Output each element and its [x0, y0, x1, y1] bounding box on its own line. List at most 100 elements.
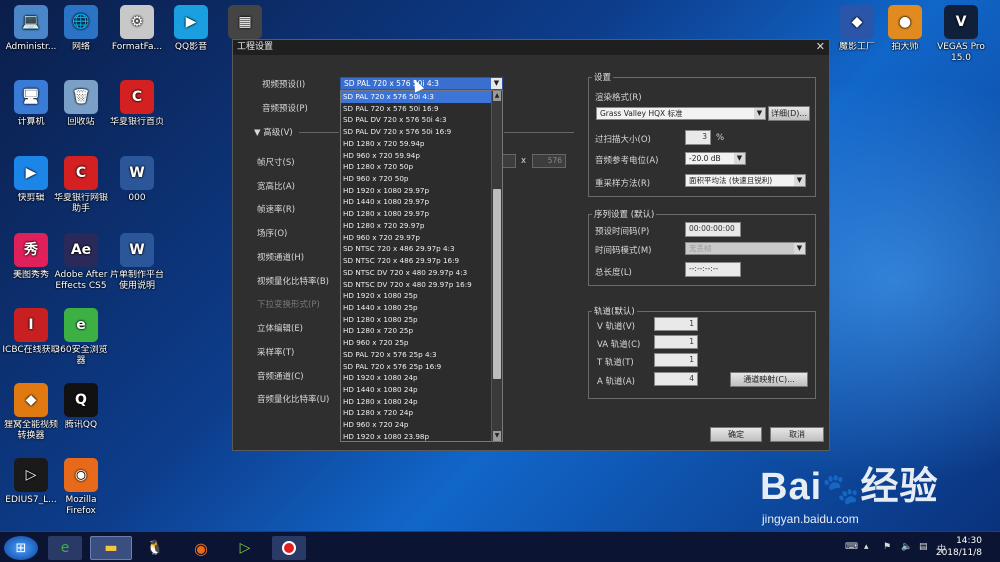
desktop-icon[interactable]: e 360安全浏览器	[50, 308, 112, 367]
resample-select[interactable]: 面积平均法 (快速且锐利) ▼	[685, 174, 806, 187]
preset-option[interactable]: HD 1280 x 720 29.97p	[341, 220, 502, 232]
scroll-down-icon[interactable]: ▼	[493, 431, 501, 441]
preset-option[interactable]: SD PAL 720 x 576 25p 16:9	[341, 361, 502, 373]
preset-option[interactable]: SD PAL DV 720 x 576 50i 16:9	[341, 126, 502, 138]
preset-option[interactable]: HD 1280 x 720 25p	[341, 325, 502, 337]
tray-expand-icon[interactable]: ▴	[864, 542, 869, 552]
desktop-icon-label: 360安全浏览器	[54, 345, 108, 366]
preset-option[interactable]: HD 1920 x 1080 29.97p	[341, 185, 502, 197]
desktop-icon[interactable]: C 华夏银行首页	[106, 80, 168, 128]
keyboard-icon[interactable]: ⌨	[845, 542, 858, 552]
chevron-down-icon[interactable]: ▼	[794, 175, 805, 186]
volume-icon[interactable]: 🔈	[901, 542, 912, 552]
scroll-up-icon[interactable]: ▲	[493, 91, 501, 101]
network-icon[interactable]: ▤	[919, 542, 928, 552]
advanced-toggle[interactable]: ▼ 高级(V)	[254, 126, 293, 138]
timecode-mode-select[interactable]: 无丢帧 ▼	[685, 242, 806, 255]
preset-option[interactable]: HD 960 x 720 29.97p	[341, 232, 502, 244]
app-icon: ▷	[14, 458, 48, 492]
preset-option[interactable]: HD 1920 x 1080 25p	[341, 290, 502, 302]
desktop-icon[interactable]: W 000	[106, 156, 168, 204]
desktop-icon[interactable]: 🗑 回收站	[50, 80, 112, 128]
preset-option[interactable]: SD PAL DV 720 x 576 50i 4:3	[341, 114, 502, 126]
preset-option[interactable]: SD NTSC DV 720 x 480 29.97p 4:3	[341, 267, 502, 279]
render-format-select[interactable]: Grass Valley HQX 标准 ▼	[596, 107, 766, 120]
preset-option[interactable]: HD 1440 x 1080 24p	[341, 384, 502, 396]
timecode-preset-field[interactable]: 00:00:00:00	[685, 222, 741, 237]
taskbar-edius[interactable]: ▷	[228, 536, 262, 560]
taskbar-file-explorer[interactable]: ▬	[90, 536, 132, 560]
desktop-icon[interactable]: V VEGAS Pro 15.0	[930, 5, 992, 64]
chevron-down-icon[interactable]: ▼	[754, 108, 765, 119]
taskbar-360-browser[interactable]: e	[48, 536, 82, 560]
taskbar-firefox[interactable]: ◉	[184, 536, 218, 560]
flag-icon[interactable]: ⚑	[883, 542, 891, 552]
preset-option[interactable]: HD 960 x 720 50p	[341, 173, 502, 185]
desktop-icon[interactable]: Ae Adobe After Effects CS5	[50, 233, 112, 292]
desktop-icon[interactable]: Q 腾讯QQ	[50, 383, 112, 431]
chevron-down-icon[interactable]: ▼	[491, 78, 502, 89]
v-track-field[interactable]: 1	[654, 317, 698, 331]
desktop-icon[interactable]: ⚙ FormatFa...	[106, 5, 168, 53]
taskbar-recorder[interactable]	[272, 536, 306, 560]
preset-option[interactable]: HD 1280 x 720 59.94p	[341, 138, 502, 150]
close-button[interactable]: ✕	[816, 40, 825, 54]
preset-option[interactable]: HD 1280 x 720 24p	[341, 407, 502, 419]
timecode-preset-label: 预设时间码(P)	[595, 227, 650, 237]
preset-option[interactable]: HD 960 x 720 25p	[341, 337, 502, 349]
preset-option[interactable]: HD 1920 x 1080 24p	[341, 372, 502, 384]
chevron-down-icon[interactable]: ▼	[734, 153, 745, 164]
total-length-field[interactable]: --:--:--:--	[685, 262, 741, 277]
preset-option[interactable]: SD PAL 720 x 576 50i 16:9	[341, 103, 502, 115]
cancel-button[interactable]: 取消	[770, 427, 824, 442]
render-format-value: Grass Valley HQX 标准	[600, 109, 683, 118]
desktop-icon[interactable]: ◉ Mozilla Firefox	[50, 458, 112, 517]
app-icon: e	[64, 308, 98, 342]
desktop-icon[interactable]: 🌐 网络	[50, 5, 112, 53]
channel-map-button[interactable]: 通道映射(C)...	[730, 372, 808, 387]
frame-height-field[interactable]: 576	[532, 154, 566, 168]
preset-option[interactable]: SD PAL 720 x 576 25p 4:3	[341, 349, 502, 361]
preset-option[interactable]: SD NTSC 720 x 486 29.97p 16:9	[341, 255, 502, 267]
preset-option[interactable]: HD 1280 x 720 50p	[341, 161, 502, 173]
audio-ref-select[interactable]: -20.0 dB ▼	[685, 152, 746, 165]
app-icon: V	[944, 5, 978, 39]
preset-option[interactable]: SD NTSC 720 x 486 29.97p 4:3	[341, 243, 502, 255]
preset-option[interactable]: HD 1440 x 1080 29.97p	[341, 196, 502, 208]
chevron-down-icon[interactable]: ▼	[794, 243, 805, 254]
a-track-field[interactable]: 4	[654, 372, 698, 386]
dialog-titlebar[interactable]: 工程设置 ✕	[233, 40, 829, 55]
preset-option[interactable]: HD 960 x 720 24p	[341, 419, 502, 431]
edius-icon: ▷	[239, 540, 251, 556]
taskbar-clock[interactable]: 14:30 2018/11/8	[936, 535, 982, 559]
audio-quant-label: 音频量化比特率(U)	[257, 395, 330, 405]
preset-option[interactable]: HD 960 x 720 59.94p	[341, 150, 502, 162]
preset-option[interactable]: HD 1280 x 1080 24p	[341, 396, 502, 408]
dropdown-scrollbar[interactable]: ▲ ▼	[491, 91, 502, 441]
preset-option[interactable]: SD PAL 720 x 576 50i 4:3	[341, 91, 502, 103]
desktop-icon[interactable]: ▶ QQ影音	[160, 5, 222, 53]
preset-option[interactable]: HD 1920 x 1080 23.98p	[341, 431, 502, 441]
preset-option[interactable]: SD NTSC DV 720 x 480 29.97p 16:9	[341, 279, 502, 291]
va-track-field[interactable]: 1	[654, 335, 698, 349]
t-track-field[interactable]: 1	[654, 353, 698, 367]
app-icon: C	[64, 156, 98, 190]
app-icon: Q	[64, 383, 98, 417]
advanced-label: 高级(V)	[263, 128, 293, 138]
preset-option[interactable]: HD 1440 x 1080 25p	[341, 302, 502, 314]
desktop-icon[interactable]: ● 拍大师	[874, 5, 936, 53]
scroll-thumb[interactable]	[493, 189, 501, 379]
desktop-icon[interactable]: C 华夏银行网银助手	[50, 156, 112, 215]
baidu-jingyan-text: 经验	[860, 466, 939, 508]
video-preset-dropdown[interactable]: SD PAL 720 x 576 50i 4:3 SD PAL 720 x 576…	[340, 90, 503, 442]
app-icon: ◉	[64, 458, 98, 492]
taskbar-qq[interactable]: 🐧	[138, 536, 172, 560]
detail-button[interactable]: 详细(D)...	[768, 106, 810, 121]
overscan-field[interactable]: 3	[685, 130, 711, 145]
ok-button[interactable]: 确定	[710, 427, 762, 442]
preset-option[interactable]: HD 1280 x 1080 29.97p	[341, 208, 502, 220]
preset-option[interactable]: HD 1280 x 1080 25p	[341, 314, 502, 326]
start-button[interactable]: ⊞	[4, 536, 38, 560]
desktop-icon[interactable]: W 片单制作平台使用说明	[106, 233, 168, 292]
app-icon: C	[120, 80, 154, 114]
